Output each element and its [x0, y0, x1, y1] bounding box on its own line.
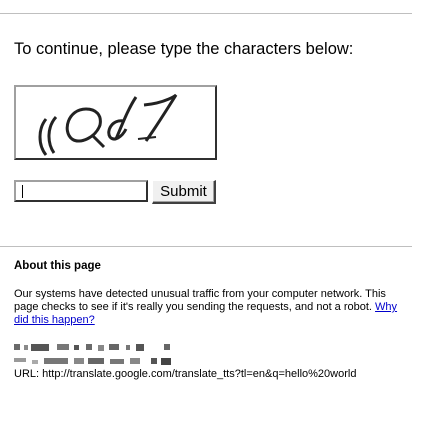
ip-address-line — [14, 341, 404, 354]
redacted-ip-text — [14, 343, 170, 351]
about-title: About this page — [14, 260, 101, 272]
captcha-image — [14, 85, 217, 160]
text-caret — [22, 185, 23, 198]
about-description: Our systems have detected unusual traffi… — [14, 288, 404, 327]
captcha-answer-input[interactable] — [14, 180, 148, 202]
top-divider — [0, 13, 412, 14]
captcha-page: To continue, please type the characters … — [0, 0, 429, 445]
captcha-drawing — [38, 93, 178, 156]
prompt-text: To continue, please type the characters … — [14, 40, 354, 58]
redacted-time-text — [14, 357, 171, 365]
section-divider — [0, 246, 412, 247]
url-value: http://translate.google.com/translate_tt… — [42, 368, 357, 380]
url-label: URL: — [14, 368, 40, 380]
time-line — [14, 355, 404, 368]
url-line: URL: http://translate.google.com/transla… — [14, 368, 404, 381]
submit-button[interactable]: Submit — [152, 180, 216, 204]
about-body: Our systems have detected unusual traffi… — [14, 288, 386, 313]
